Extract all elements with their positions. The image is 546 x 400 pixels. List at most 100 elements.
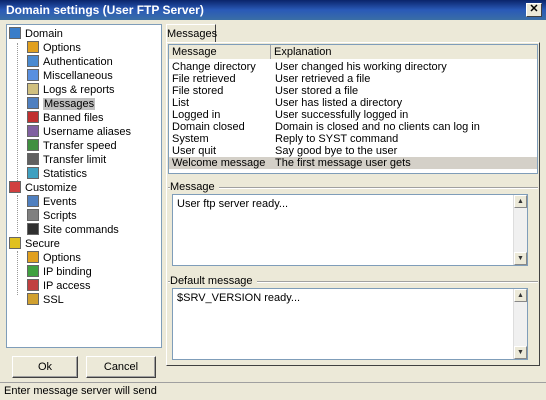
events-icon: [27, 195, 39, 207]
tree-item-label: Site commands: [43, 224, 119, 236]
explanation-cell: Reply to SYST command: [275, 133, 399, 145]
tree-item-label: Authentication: [43, 56, 113, 68]
tree-item-label: Scripts: [43, 210, 77, 222]
tree-item-label: Transfer limit: [43, 154, 107, 166]
column-header-message[interactable]: Message: [169, 45, 271, 59]
explanation-cell: User has listed a directory: [275, 97, 403, 109]
list-item[interactable]: File stored User stored a file: [169, 85, 537, 97]
list-item[interactable]: Domain closed Domain is closed and no cli…: [169, 121, 537, 133]
explanation-cell: Say good bye to the user: [275, 145, 398, 157]
tree-item-label: Secure: [25, 238, 60, 250]
tree-item-messages[interactable]: Messages: [27, 97, 96, 111]
tree-item-label: Banned files: [43, 112, 104, 124]
message-text: User ftp server ready...: [177, 198, 289, 210]
ip-binding-icon: [27, 265, 39, 277]
tree-item-events[interactable]: Events: [27, 195, 77, 209]
tree-item-ip-binding[interactable]: IP binding: [27, 265, 92, 279]
tree-item-ssl[interactable]: SSL: [27, 293, 64, 307]
tree-item-authentication[interactable]: Authentication: [27, 55, 113, 69]
explanation-cell: User stored a file: [275, 85, 359, 97]
default-message-text: $SRV_VERSION ready...: [177, 292, 301, 304]
list-item[interactable]: Logged in User successfully logged in: [169, 109, 537, 121]
message-cell: File stored: [172, 85, 224, 97]
column-header-explanation[interactable]: Explanation: [271, 45, 537, 59]
tree-item-label: Username aliases: [43, 126, 132, 138]
scroll-down-icon[interactable]: ▼: [514, 346, 527, 359]
tree-item-secure[interactable]: Secure: [9, 237, 60, 251]
secure-icon: [9, 237, 21, 249]
message-cell: Domain closed: [172, 121, 245, 133]
list-item-selected[interactable]: Welcome message The first message user ge…: [169, 157, 537, 169]
domain-icon: [9, 27, 21, 39]
message-cell: Welcome message: [172, 157, 266, 169]
message-text-area[interactable]: User ftp server ready... ▲ ▼: [172, 194, 528, 266]
tree-item-banned-files[interactable]: Banned files: [27, 111, 104, 125]
tree-item-label: Messages: [43, 98, 96, 110]
explanation-cell: User changed his working directory: [275, 61, 447, 73]
status-text: Enter message server will send: [4, 385, 157, 397]
status-bar: Enter message server will send: [0, 382, 546, 400]
username-aliases-icon: [27, 125, 39, 137]
tree-item-miscellaneous[interactable]: Miscellaneous: [27, 69, 113, 83]
scroll-down-icon[interactable]: ▼: [514, 252, 527, 265]
logs-reports-icon: [27, 83, 39, 95]
message-cell: Logged in: [172, 109, 221, 121]
options-icon: [27, 41, 39, 53]
miscellaneous-icon: [27, 69, 39, 81]
transfer-speed-icon: [27, 139, 39, 151]
tree-item-options[interactable]: Options: [27, 41, 81, 55]
message-cell: File retrieved: [172, 73, 236, 85]
tree-item-scripts[interactable]: Scripts: [27, 209, 77, 223]
ok-button[interactable]: Ok: [12, 356, 78, 378]
tree-item-logs-reports[interactable]: Logs & reports: [27, 83, 115, 97]
tab-messages[interactable]: Messages: [166, 24, 217, 43]
banned-files-icon: [27, 111, 39, 123]
default-message-text-area[interactable]: $SRV_VERSION ready... ▲ ▼: [172, 288, 528, 360]
tree-item-label: SSL: [43, 294, 64, 306]
authentication-icon: [27, 55, 39, 67]
list-item[interactable]: User quit Say good bye to the user: [169, 145, 537, 157]
message-group-divider: [168, 187, 538, 188]
tree-item-transfer-limit[interactable]: Transfer limit: [27, 153, 106, 167]
tree-item-secure-options[interactable]: Options: [27, 251, 81, 265]
message-cell: System: [172, 133, 209, 145]
tree-item-username-aliases[interactable]: Username aliases: [27, 125, 131, 139]
tree-item-domain[interactable]: Domain: [9, 27, 63, 41]
site-commands-icon: [27, 223, 39, 235]
list-item[interactable]: Change directory User changed his working…: [169, 61, 537, 73]
tree-item-label: Options: [43, 42, 81, 54]
explanation-cell: The first message user gets: [275, 157, 411, 169]
tree-item-label: Statistics: [43, 168, 88, 180]
messages-list[interactable]: Message Explanation Change directory User…: [168, 44, 538, 174]
scripts-icon: [27, 209, 39, 221]
tree-item-label: Events: [43, 196, 77, 208]
list-item[interactable]: List User has listed a directory: [169, 97, 537, 109]
explanation-cell: Domain is closed and no clients can log …: [275, 121, 480, 133]
explanation-cell: User successfully logged in: [275, 109, 409, 121]
tree-item-label: Options: [43, 252, 81, 264]
list-item[interactable]: File retrieved User retrieved a file: [169, 73, 537, 85]
scroll-up-icon[interactable]: ▲: [514, 289, 527, 302]
transfer-limit-icon: [27, 153, 39, 165]
list-header: Message Explanation: [169, 45, 537, 59]
tree-item-customize[interactable]: Customize: [9, 181, 77, 195]
default-message-scrollbar[interactable]: ▲ ▼: [513, 289, 527, 359]
settings-tree[interactable]: Domain Options Authentication Miscellane…: [6, 24, 162, 348]
message-scrollbar[interactable]: ▲ ▼: [513, 195, 527, 265]
tree-item-statistics[interactable]: Statistics: [27, 167, 87, 181]
tree-item-label: IP binding: [43, 266, 92, 278]
default-group-label: Default message: [170, 275, 257, 287]
tree-item-site-commands[interactable]: Site commands: [27, 223, 119, 237]
domain-settings-window: Domain settings (User FTP Server) ✕ Doma…: [0, 0, 546, 400]
tree-item-ip-access[interactable]: IP access: [27, 279, 91, 293]
list-item[interactable]: System Reply to SYST command: [169, 133, 537, 145]
ip-access-icon: [27, 279, 39, 291]
tree-item-label: Miscellaneous: [43, 70, 113, 82]
close-button[interactable]: ✕: [526, 3, 542, 17]
scroll-up-icon[interactable]: ▲: [514, 195, 527, 208]
tree-item-transfer-speed[interactable]: Transfer speed: [27, 139, 117, 153]
secure-options-icon: [27, 251, 39, 263]
ssl-key-icon: [27, 293, 39, 305]
cancel-button[interactable]: Cancel: [86, 356, 156, 378]
messages-icon: [27, 97, 39, 109]
